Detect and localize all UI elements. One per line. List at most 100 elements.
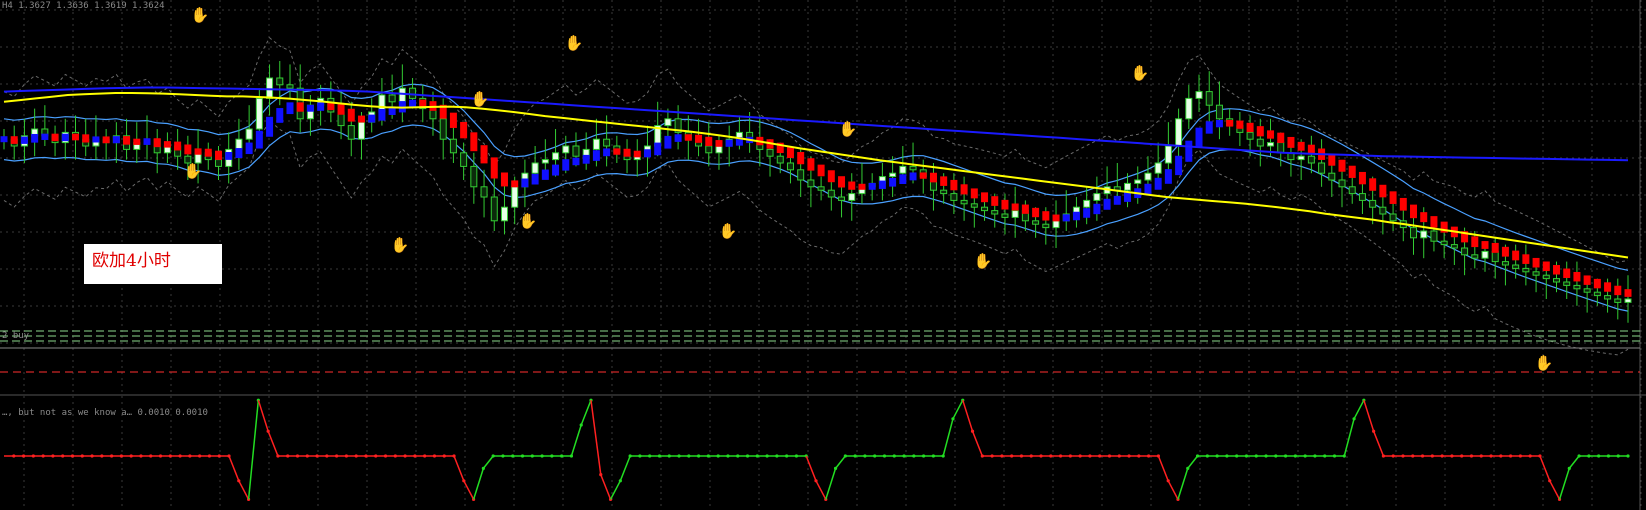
heiken-ashi-block <box>623 148 631 157</box>
heiken-ashi-block <box>1491 242 1499 253</box>
candle-body <box>1450 244 1458 249</box>
candle-body <box>889 172 897 178</box>
candle-body <box>981 206 989 212</box>
heiken-ashi-block <box>807 158 815 171</box>
candle-body <box>705 145 713 154</box>
heiken-ashi-block <box>705 136 713 147</box>
heiken-ashi-block <box>613 148 621 155</box>
candle-body <box>899 165 907 174</box>
heiken-ashi-block <box>368 114 376 123</box>
chart-canvas[interactable]: ✋ ✋ ✋ ✋ ✋ ✋ ✋ ✋ ✋ ✋ ✋ <box>0 0 1646 510</box>
candle-body <box>1522 267 1530 273</box>
candle-body <box>1185 97 1193 120</box>
candle-body <box>1215 104 1223 120</box>
candle-body <box>347 125 355 140</box>
candle-body <box>1420 230 1428 239</box>
candle-body <box>1593 291 1601 297</box>
candle-body <box>1205 91 1213 106</box>
heiken-ashi-block <box>1124 192 1132 202</box>
heiken-ashi-block <box>225 152 233 160</box>
candle-body <box>1195 91 1203 99</box>
candle-body <box>1573 284 1581 290</box>
candle-body <box>664 118 672 127</box>
heiken-ashi-block <box>1542 261 1550 272</box>
heiken-ashi-block <box>10 136 18 144</box>
heiken-ashi-block <box>1297 141 1305 151</box>
heiken-ashi-block <box>633 150 641 158</box>
oscillator-point <box>1626 454 1630 458</box>
heiken-ashi-block <box>480 145 488 164</box>
heiken-ashi-block <box>41 133 49 140</box>
oscillator-segment <box>971 430 984 457</box>
candle-body <box>592 138 600 150</box>
heiken-ashi-block <box>266 116 274 137</box>
heiken-ashi-block <box>654 142 662 156</box>
fractal-bottom-icon: ✋ <box>1535 354 1554 372</box>
candle-body <box>1501 261 1509 266</box>
candle-body <box>1379 206 1387 215</box>
oscillator-segment <box>1568 455 1580 469</box>
heiken-ashi-block <box>490 157 498 179</box>
heiken-ashi-block <box>899 174 907 185</box>
heiken-ashi-block <box>664 135 672 149</box>
oscillator-segment <box>962 399 974 432</box>
candle-body <box>1348 186 1356 195</box>
candle-body <box>511 186 519 208</box>
heiken-ashi-block <box>827 170 835 183</box>
heiken-ashi-block <box>1001 199 1009 210</box>
candle-body <box>1563 281 1571 286</box>
heiken-ashi-block <box>1144 183 1152 195</box>
forex-chart-window[interactable]: ✋ ✋ ✋ ✋ ✋ ✋ ✋ ✋ ✋ ✋ ✋ H4 1.3627 1.3636 1.3619 1.36… <box>0 0 1646 510</box>
candle-body <box>1583 288 1591 293</box>
candle-body <box>1553 278 1561 283</box>
candle-body <box>255 97 263 130</box>
heiken-ashi-block <box>521 178 529 188</box>
candle-body <box>960 199 968 205</box>
candle-body <box>1032 220 1040 225</box>
candle-body <box>1471 254 1479 259</box>
candle-body <box>827 189 835 198</box>
heiken-ashi-block <box>276 108 284 123</box>
oscillator-segment <box>247 400 260 500</box>
candle-body <box>1164 145 1172 164</box>
heiken-ashi-block <box>1042 211 1050 221</box>
heiken-ashi-block <box>817 164 825 177</box>
heiken-ashi-block <box>929 172 937 183</box>
heiken-ashi-block <box>511 180 519 188</box>
oscillator-segment <box>267 430 279 457</box>
heiken-ashi-block <box>1573 271 1581 282</box>
oscillator-segment <box>590 400 602 475</box>
heiken-ashi-block <box>878 180 886 189</box>
candle-body <box>1328 172 1336 181</box>
heiken-ashi-block <box>991 196 999 206</box>
candle-body <box>1430 230 1438 242</box>
heiken-ashi-block <box>603 148 611 157</box>
heiken-ashi-block <box>552 164 560 176</box>
candle-body <box>1318 162 1326 174</box>
heiken-ashi-block <box>838 176 846 188</box>
heiken-ashi-block <box>592 150 600 161</box>
oscillator-segment <box>1343 418 1355 457</box>
heiken-ashi-block <box>1083 208 1091 218</box>
oscillator-segment <box>1157 455 1169 482</box>
heiken-ashi-block <box>1522 254 1530 264</box>
oscillator-segment <box>609 480 622 500</box>
heiken-ashi-block <box>868 182 876 190</box>
fractal-top-icon: ✋ <box>191 6 210 24</box>
heiken-ashi-block <box>1175 155 1183 176</box>
candle-body <box>245 128 253 140</box>
oscillator-segment <box>815 480 827 500</box>
heiken-ashi-block <box>449 112 457 128</box>
heiken-ashi-block <box>1236 120 1244 129</box>
pair-timeframe-text: 欧加4小时 <box>92 251 171 271</box>
heiken-ashi-block <box>1287 136 1295 148</box>
heiken-ashi-block <box>1624 289 1632 297</box>
oscillator-segment <box>1177 468 1189 500</box>
candle-body <box>490 196 498 222</box>
candle-body <box>286 84 294 89</box>
candle-body <box>1338 179 1346 188</box>
oscillator-segment <box>600 474 612 500</box>
candle-body <box>1134 179 1142 184</box>
fractal-bottom-icon: ✋ <box>974 252 993 270</box>
candle-body <box>357 121 365 140</box>
